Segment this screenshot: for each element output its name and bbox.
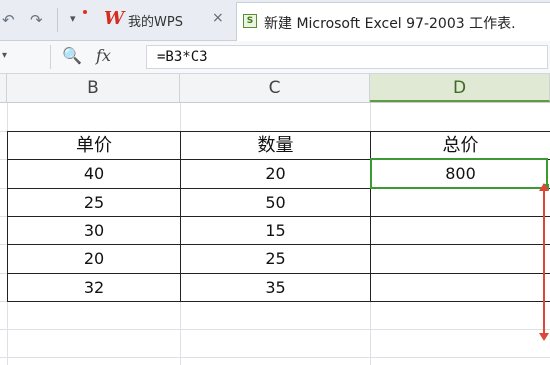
table-cell[interactable]: 40 xyxy=(8,160,180,188)
tab-spreadsheet-label: 新建 Microsoft Excel 97-2003 工作表. xyxy=(264,16,516,32)
table-cell[interactable] xyxy=(371,274,550,301)
fill-arrow-up-icon xyxy=(539,183,549,191)
table-cell[interactable]: 25 xyxy=(8,189,180,216)
fill-arrow-down-icon xyxy=(539,333,549,341)
notification-dot xyxy=(83,10,87,14)
table-cell[interactable]: 30 xyxy=(8,217,180,244)
table-cell[interactable] xyxy=(371,245,550,273)
gridline xyxy=(0,329,550,330)
toolbar-divider xyxy=(57,8,58,32)
tab-spreadsheet[interactable]: S 新建 Microsoft Excel 97-2003 工作表. xyxy=(236,2,550,41)
header-cell-quantity[interactable]: 数量 xyxy=(181,132,370,159)
table-cell[interactable] xyxy=(371,189,550,216)
table-border xyxy=(7,301,550,302)
formula-input[interactable]: =B3*C3 xyxy=(146,45,548,69)
column-header-d[interactable]: D xyxy=(370,74,550,102)
undo-icon[interactable]: ↶ xyxy=(2,11,15,29)
table-cell[interactable]: 15 xyxy=(181,217,370,244)
table-cell[interactable]: 20 xyxy=(181,160,370,188)
gridline xyxy=(0,357,550,358)
fill-arrow-shaft xyxy=(543,191,545,333)
tab-my-wps[interactable]: W 我的WPS × xyxy=(96,0,236,40)
spreadsheet-file-icon: S xyxy=(243,14,257,28)
title-bar: ↶ ↷ ▾ W 我的WPS × S 新建 Microsoft Excel 97-… xyxy=(0,0,550,41)
column-header-row: B C D xyxy=(0,74,550,103)
search-icon[interactable]: 🔍 xyxy=(62,46,82,65)
redo-icon[interactable]: ↷ xyxy=(30,11,43,29)
table-cell[interactable]: 25 xyxy=(181,245,370,273)
table-cell[interactable]: 50 xyxy=(181,189,370,216)
formula-bar-divider xyxy=(50,45,51,69)
tab-my-wps-label: 我的WPS xyxy=(128,15,183,30)
table-cell[interactable]: 32 xyxy=(8,274,180,301)
table-cell[interactable] xyxy=(371,217,550,244)
name-box-dropdown-icon[interactable]: ▾ xyxy=(2,50,7,61)
wps-logo-icon: W xyxy=(104,8,125,29)
quick-access-dropdown-icon[interactable]: ▾ xyxy=(70,12,76,25)
header-cell-unit-price[interactable]: 单价 xyxy=(8,132,180,159)
cell-selection-box xyxy=(370,158,548,189)
table-cell[interactable]: 35 xyxy=(181,274,370,301)
column-header-a[interactable] xyxy=(0,74,7,102)
column-header-b[interactable]: B xyxy=(7,74,180,102)
header-cell-total[interactable]: 总价 xyxy=(371,132,550,159)
close-tab-icon[interactable]: × xyxy=(212,10,224,26)
insert-function-button[interactable]: fx xyxy=(96,46,111,65)
sheet-grid[interactable]: 单价 数量 总价 40 20 800 25 50 30 15 20 25 32 … xyxy=(0,103,550,365)
table-cell[interactable]: 20 xyxy=(8,245,180,273)
column-header-c[interactable]: C xyxy=(180,74,370,102)
formula-bar: ▾ 🔍 fx =B3*C3 xyxy=(0,41,550,74)
